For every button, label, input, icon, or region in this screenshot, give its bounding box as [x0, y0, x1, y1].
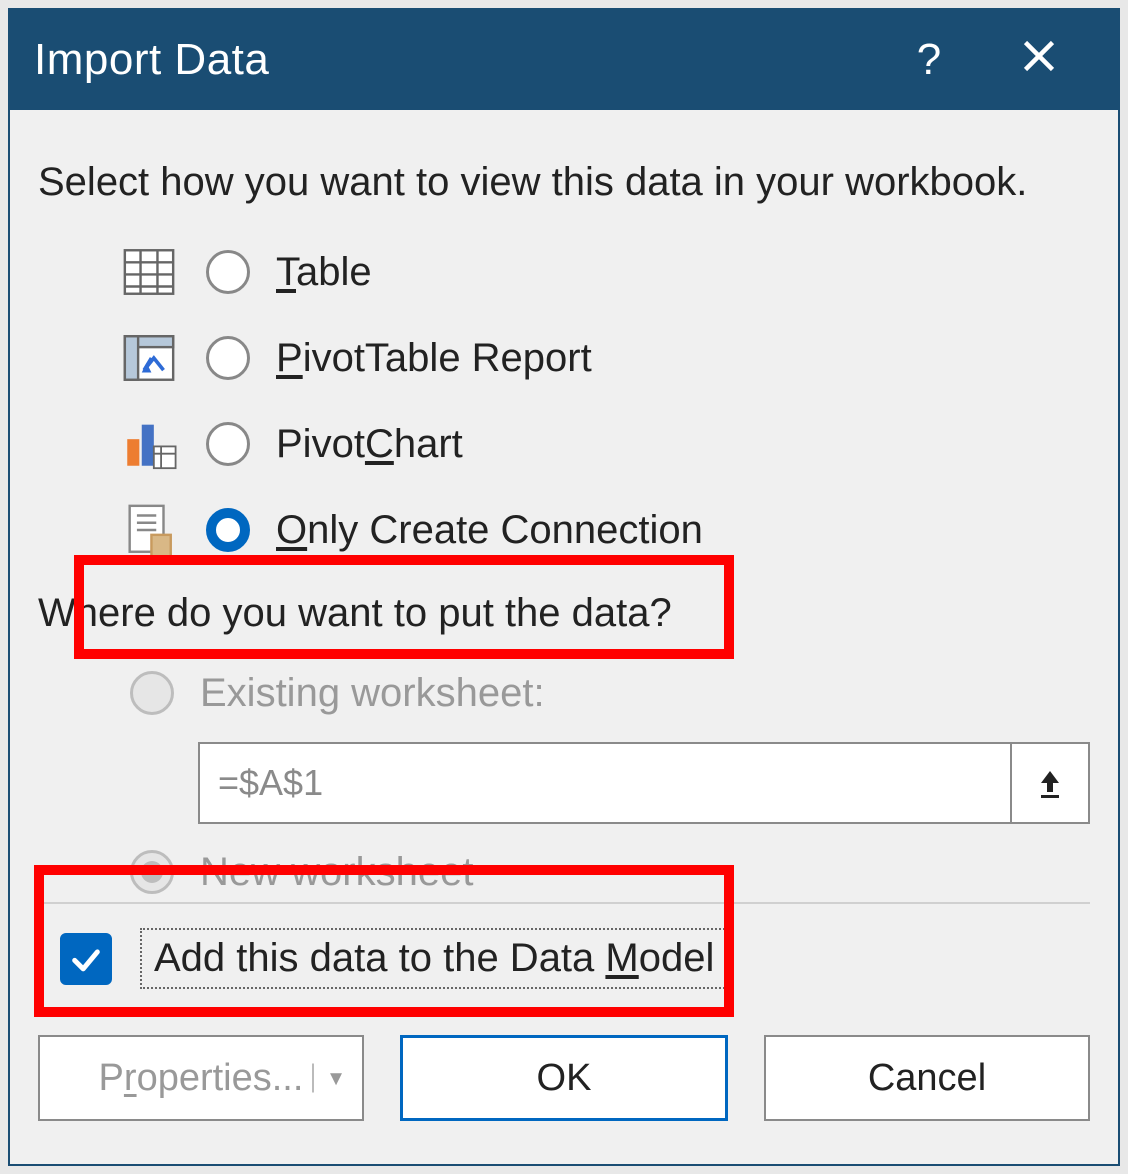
option-table[interactable]: Table [120, 229, 1090, 315]
view-options-group: Table PivotTable Report [120, 229, 1090, 573]
existing-label: Existing worksheet: [200, 671, 545, 716]
data-model-checkbox[interactable] [60, 933, 112, 985]
dropdown-caret-icon: ▾ [312, 1064, 342, 1093]
connection-icon [120, 501, 178, 559]
cancel-button[interactable]: Cancel [764, 1035, 1090, 1121]
collapse-dialog-icon [1032, 765, 1068, 801]
properties-button: Properties... ▾ [38, 1035, 364, 1121]
existing-radio [130, 671, 174, 715]
ok-button[interactable]: OK [400, 1035, 728, 1121]
connection-label: Only Create Connection [276, 508, 703, 553]
data-model-row[interactable]: Add this data to the Data Model [38, 904, 1090, 1013]
pivotchart-icon [120, 415, 178, 473]
button-row: Properties... ▾ OK Cancel [38, 1021, 1090, 1121]
pivottable-icon [120, 329, 178, 387]
pivottable-label: PivotTable Report [276, 336, 592, 381]
pivotchart-radio[interactable] [206, 422, 250, 466]
titlebar: Import Data ? [10, 10, 1118, 110]
placement-prompt: Where do you want to put the data? [38, 591, 1090, 636]
option-pivotchart[interactable]: PivotChart [120, 401, 1090, 487]
new-worksheet-radio [130, 850, 174, 894]
help-button[interactable]: ? [874, 35, 984, 85]
pivotchart-label: PivotChart [276, 422, 463, 467]
table-icon [120, 243, 178, 301]
close-icon [1021, 38, 1057, 74]
option-connection[interactable]: Only Create Connection [120, 487, 1090, 573]
data-model-label: Add this data to the Data Model [140, 928, 728, 989]
option-new-worksheet: New worksheet [130, 842, 1090, 902]
table-radio[interactable] [206, 250, 250, 294]
option-existing-worksheet: Existing worksheet: [130, 660, 1090, 726]
range-input: =$A$1 [198, 742, 1012, 824]
dialog-title: Import Data [34, 35, 874, 85]
option-pivottable[interactable]: PivotTable Report [120, 315, 1090, 401]
connection-radio[interactable] [206, 508, 250, 552]
checkmark-icon [69, 942, 103, 976]
range-field-row: =$A$1 [198, 742, 1090, 824]
import-data-dialog: Import Data ? Select how you want to vie… [8, 8, 1120, 1166]
pivottable-radio[interactable] [206, 336, 250, 380]
view-prompt: Select how you want to view this data in… [38, 160, 1090, 205]
range-select-button [1012, 742, 1090, 824]
new-worksheet-label: New worksheet [200, 850, 473, 895]
close-button[interactable] [984, 35, 1094, 85]
table-label: Table [276, 250, 372, 295]
